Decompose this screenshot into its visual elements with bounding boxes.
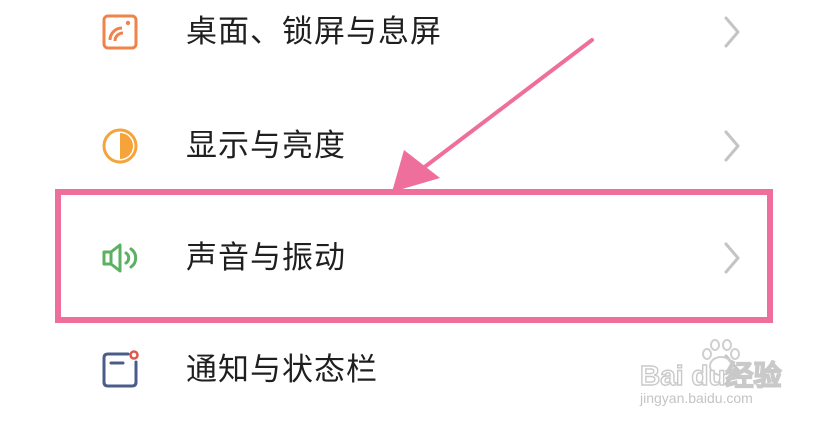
- settings-item-desktop-lockscreen[interactable]: 桌面、锁屏与息屏: [0, 0, 830, 70]
- chevron-right-icon: [718, 352, 746, 388]
- notification-icon: [98, 348, 142, 392]
- settings-item-label: 声音与振动: [186, 240, 346, 276]
- wallpaper-icon: [98, 10, 142, 54]
- chevron-right-icon: [718, 128, 746, 164]
- settings-item-display-brightness[interactable]: 显示与亮度: [0, 104, 830, 184]
- settings-item-label: 通知与状态栏: [186, 352, 378, 388]
- settings-item-label: 桌面、锁屏与息屏: [186, 14, 442, 50]
- chevron-right-icon: [718, 240, 746, 276]
- settings-item-notifications-statusbar[interactable]: 通知与状态栏: [0, 328, 830, 408]
- chevron-right-icon: [718, 14, 746, 50]
- settings-screen: 桌面、锁屏与息屏 显示与亮度 声音与振动 通知与状态栏 Bai du经验 jin…: [0, 0, 830, 428]
- brightness-icon: [98, 124, 142, 168]
- speaker-icon: [98, 236, 142, 280]
- settings-item-sound-vibration[interactable]: 声音与振动: [0, 216, 830, 296]
- settings-item-label: 显示与亮度: [186, 128, 346, 164]
